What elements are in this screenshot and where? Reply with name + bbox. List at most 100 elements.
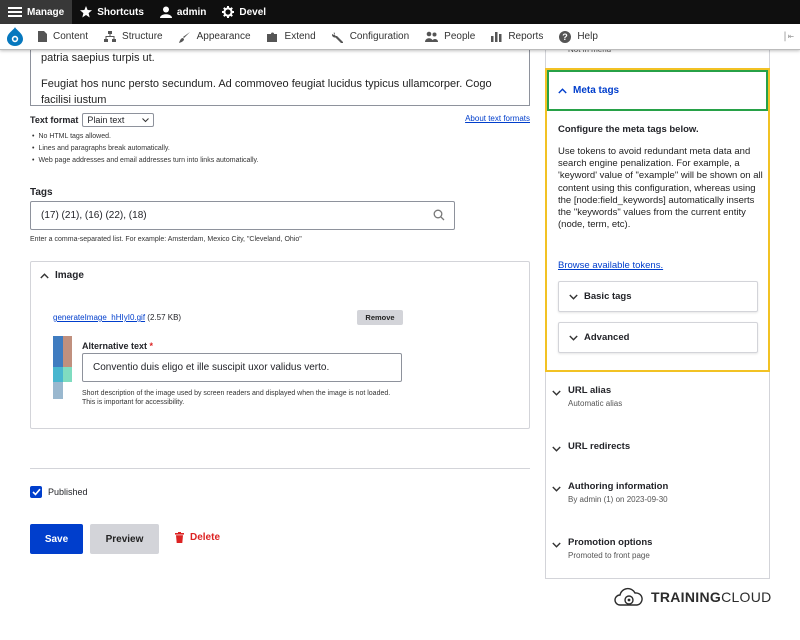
svg-text:?: ?: [563, 32, 569, 42]
chevron-up-icon: [40, 272, 49, 278]
admin-toolbar: Manage Shortcuts admin Devel: [0, 0, 800, 24]
chevron-down-icon: [569, 294, 578, 300]
menu-item-help[interactable]: ? Help: [551, 24, 606, 50]
promotion-options-summary: Promoted to front page: [568, 551, 650, 560]
delete-button-label: Delete: [190, 532, 221, 543]
alt-text-label-text: Alternative text: [82, 341, 148, 351]
text-format-label: Text format: [30, 115, 79, 125]
menu-item-people[interactable]: People: [417, 24, 483, 50]
toolbar-devel[interactable]: Devel: [214, 0, 274, 24]
url-redirects-title: URL redirects: [568, 441, 631, 452]
paintbrush-icon: [178, 31, 190, 43]
toolbar-shortcuts-label: Shortcuts: [97, 6, 144, 18]
toolbar-manage[interactable]: Manage: [0, 0, 73, 24]
published-row: Published: [30, 486, 88, 498]
save-button[interactable]: Save: [30, 524, 83, 554]
published-checkbox[interactable]: [30, 486, 42, 498]
chevron-down-icon: [552, 542, 561, 548]
meta-tags-panel: Meta tags Configure the meta tags below.…: [545, 68, 770, 372]
tags-input[interactable]: (17) (21), (16) (22), (18): [30, 201, 455, 230]
bar-chart-icon: [491, 32, 502, 42]
body-text-line: patria saepius turpis ut.: [41, 52, 155, 64]
tags-description: Enter a comma-separated list. For exampl…: [30, 236, 302, 243]
menu-item-content[interactable]: Content: [30, 24, 96, 50]
chevron-down-icon: [142, 117, 150, 122]
menu-item-configuration[interactable]: Configuration: [324, 24, 417, 50]
alt-text-input[interactable]: Conventio duis eligo et ille suscipit ux…: [82, 353, 402, 382]
promotion-options-toggle[interactable]: Promotion options Promoted to front page: [552, 537, 652, 560]
tray-orientation-toggle-icon[interactable]: |⇤: [782, 31, 794, 42]
menu-item-reports[interactable]: Reports: [483, 24, 551, 50]
body-textarea[interactable]: patria saepius turpis ut. Feugiat hos nu…: [30, 44, 530, 106]
toolbar-manage-label: Manage: [27, 6, 65, 18]
remove-image-button[interactable]: Remove: [357, 310, 403, 325]
menu-item-label: Structure: [122, 31, 163, 42]
image-field-heading: Image: [55, 270, 84, 281]
advanced-toggle[interactable]: Advanced: [558, 322, 758, 353]
text-format-select[interactable]: Plain text: [82, 113, 155, 127]
checkmark-icon: [31, 488, 41, 496]
trash-icon: [175, 532, 184, 543]
delete-button[interactable]: Delete: [175, 532, 220, 543]
meta-tags-title: Meta tags: [573, 85, 620, 96]
about-text-formats-link[interactable]: About text formats: [465, 114, 530, 123]
people-icon: [425, 31, 439, 42]
text-format-row: Text format Plain text About text format…: [30, 112, 530, 128]
chevron-down-icon: [569, 335, 578, 341]
star-icon: [80, 6, 93, 18]
user-icon: [159, 6, 172, 18]
chevron-up-icon: [558, 87, 567, 93]
menu-item-structure[interactable]: Structure: [96, 24, 171, 50]
image-field-card: Image generateImage_hHIyI0.gif (2.57 KB)…: [30, 261, 530, 429]
drupal-logo-icon[interactable]: [0, 24, 30, 50]
toolbar-devel-label: Devel: [239, 6, 267, 18]
chevron-down-icon: [552, 486, 561, 492]
body-text-line: Feugiat hos nunc persto secundum. Ad com…: [41, 78, 492, 106]
published-label[interactable]: Published: [48, 487, 88, 497]
structure-icon: [104, 31, 117, 42]
brand-bold: TRAINING: [651, 589, 722, 605]
authoring-info-toggle[interactable]: Authoring information By admin (1) on 20…: [552, 481, 668, 504]
divider: [30, 468, 530, 469]
meta-tags-description: Use tokens to avoid redundant meta data …: [558, 146, 763, 231]
url-alias-title: URL alias: [568, 385, 612, 396]
url-redirects-toggle[interactable]: URL redirects: [552, 441, 630, 452]
menu-item-extend[interactable]: Extend: [259, 24, 324, 50]
url-alias-summary: Automatic alias: [568, 399, 623, 408]
tags-value: (17) (21), (16) (22), (18): [41, 210, 147, 221]
tip-item: Web page addresses and email addresses t…: [30, 155, 530, 167]
meta-tags-subtitle: Configure the meta tags below.: [558, 124, 699, 135]
search-icon: [433, 209, 445, 221]
basic-tags-toggle[interactable]: Basic tags: [558, 281, 758, 312]
browse-tokens-link[interactable]: Browse available tokens.: [558, 260, 663, 271]
menu-item-label: Appearance: [196, 31, 251, 42]
help-icon: ?: [559, 30, 572, 43]
basic-tags-label: Basic tags: [584, 291, 632, 302]
image-thumbnail: [53, 336, 72, 399]
tip-item: Lines and paragraphs break automatically…: [30, 143, 530, 155]
alt-text-value: Conventio duis eligo et ille suscipit ux…: [93, 362, 330, 373]
menu-item-label: Configuration: [349, 31, 410, 42]
gear-icon: [222, 6, 235, 18]
image-field-toggle[interactable]: Image: [40, 270, 84, 281]
document-icon: [38, 31, 47, 42]
image-file-row: generateImage_hHIyI0.gif (2.57 KB): [53, 313, 181, 322]
menu-item-label: Help: [577, 31, 598, 42]
chevron-down-icon: [552, 446, 561, 452]
url-alias-toggle[interactable]: URL alias Automatic alias: [552, 385, 622, 408]
alt-text-description: Short description of the image used by s…: [82, 390, 391, 406]
wrench-icon: [331, 31, 343, 43]
toolbar-shortcuts[interactable]: Shortcuts: [72, 0, 152, 24]
trainingcloud-logo: TRAINING CLOUD: [613, 586, 772, 608]
menu-item-appearance[interactable]: Appearance: [171, 24, 259, 50]
menu-item-label: Reports: [508, 31, 544, 42]
chevron-down-icon: [552, 390, 561, 396]
brand-light: CLOUD: [721, 589, 772, 605]
advanced-label: Advanced: [584, 332, 630, 343]
toolbar-user[interactable]: admin: [152, 0, 214, 24]
puzzle-icon: [266, 32, 277, 42]
meta-tags-toggle[interactable]: Meta tags: [547, 70, 768, 111]
required-marker: *: [149, 341, 154, 351]
preview-button[interactable]: Preview: [90, 524, 159, 554]
image-file-link[interactable]: generateImage_hHIyI0.gif: [53, 313, 145, 322]
